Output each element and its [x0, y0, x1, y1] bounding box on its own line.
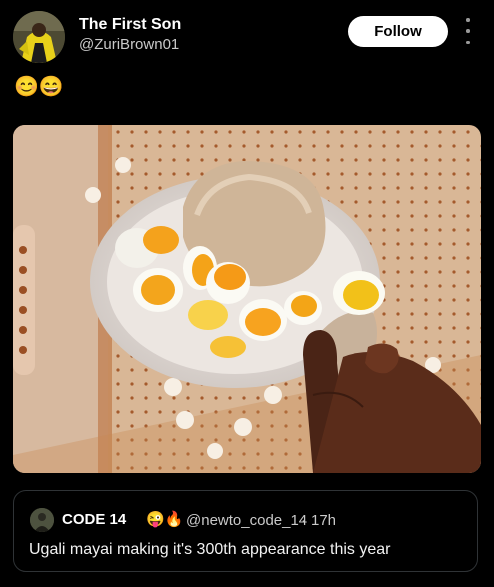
quoted-post-time[interactable]: 17h	[311, 512, 336, 529]
author-name[interactable]: The First Son	[79, 16, 181, 34]
quoted-post[interactable]: CODE 14 😜🔥 @newto_code_14 · 17h Ugali ma…	[13, 490, 478, 572]
quoted-author-name[interactable]: CODE 14	[62, 511, 126, 528]
quoted-author-avatar[interactable]	[30, 508, 54, 532]
post-header: The First Son @ZuriBrown01 Follow	[0, 0, 494, 70]
post-image[interactable]	[13, 125, 481, 473]
quoted-post-text: Ugali mayai making it's 300th appearance…	[29, 541, 391, 558]
quoted-author-emojis: 😜🔥	[146, 511, 184, 528]
follow-button[interactable]: Follow	[348, 16, 448, 47]
separator-dot: ·	[301, 512, 306, 529]
more-vertical-icon[interactable]	[461, 18, 475, 44]
author-handle[interactable]: @ZuriBrown01	[79, 36, 179, 53]
quoted-author-handle[interactable]: @newto_code_14	[186, 512, 307, 529]
post-text: 😊😄	[14, 76, 64, 98]
author-avatar[interactable]	[13, 11, 65, 63]
